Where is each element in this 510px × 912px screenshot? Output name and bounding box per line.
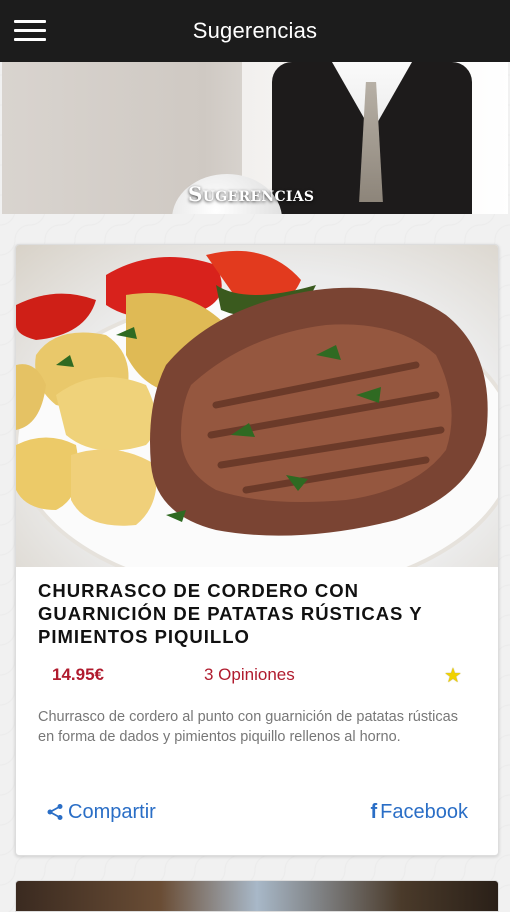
hero-banner: Sugerencias bbox=[2, 62, 508, 214]
share-label: Compartir bbox=[68, 801, 156, 823]
opinions-link[interactable]: 3 Opiniones bbox=[204, 665, 295, 685]
hero-label: Sugerencias bbox=[188, 182, 315, 206]
star-icon[interactable]: ★ bbox=[444, 663, 462, 688]
dish-description: Churrasco de cordero al punto con guarni… bbox=[38, 709, 458, 745]
share-icon bbox=[47, 804, 63, 820]
facebook-icon: f bbox=[370, 801, 378, 823]
next-dish-card[interactable] bbox=[15, 880, 499, 912]
dish-image bbox=[16, 245, 498, 567]
facebook-label: Facebook bbox=[380, 801, 468, 823]
dish-title: CHURRASCO DE CORDERO CON GUARNICIÓN DE P… bbox=[38, 580, 423, 647]
dish-card[interactable]: CHURRASCO DE CORDERO CON GUARNICIÓN DE P… bbox=[15, 244, 499, 856]
facebook-button[interactable]: f Facebook bbox=[370, 801, 468, 824]
page-title: Sugerencias bbox=[192, 18, 318, 43]
dish-illustration bbox=[16, 250, 498, 567]
share-button[interactable]: Compartir bbox=[46, 801, 156, 824]
dish-price: 14.95€ bbox=[52, 665, 104, 684]
top-app-bar: Sugerencias bbox=[0, 0, 510, 62]
